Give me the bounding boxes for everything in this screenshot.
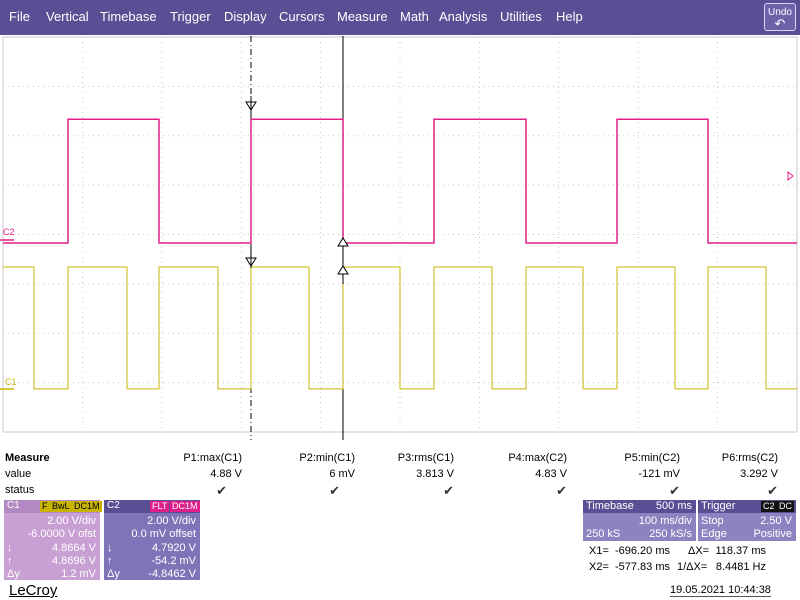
measure-row-status-label: status — [5, 484, 35, 496]
measure-title[interactable]: Measure — [5, 452, 50, 464]
measure-p1-value: 4.88 V — [210, 468, 242, 480]
cursor-inv-dx-value: 8.4481 Hz — [715, 561, 766, 573]
measure-p4-status-icon: ✔ — [556, 483, 567, 498]
channel-c1-vdiv: 2.00 V/div — [47, 515, 96, 527]
channel-c1-tag-f: F — [40, 501, 50, 512]
measure-p2-status-icon: ✔ — [329, 483, 340, 498]
trigger-coupling-tag: DC — [777, 501, 794, 512]
timebase-samples: 250 kS — [586, 528, 621, 540]
measure-table: Measure value status P1:max(C1) 4.88 V ✔… — [0, 450, 800, 500]
measure-p6-name[interactable]: P6:rms(C2) — [722, 452, 778, 464]
channel-c1-cursor1-value: 4.8664 V — [51, 542, 96, 554]
cursor-inv-dx-label: 1/ΔX= — [677, 561, 708, 573]
cursor-x1-value: -696.20 ms — [614, 545, 670, 557]
undo-button[interactable]: Undo ↶ — [764, 3, 796, 31]
menu-analysis[interactable]: Analysis — [439, 9, 487, 24]
measure-p6-value: 3.292 V — [740, 468, 778, 480]
measure-p5-status-icon: ✔ — [669, 483, 680, 498]
channel-c2-cursor2-value: -54.2 mV — [151, 555, 196, 567]
waveform-display[interactable]: C2 C1 — [0, 36, 800, 440]
channel-c1-label: C1 — [7, 500, 20, 511]
measure-row-value-label: value — [5, 468, 32, 480]
measure-p2-value: 6 mV — [329, 468, 355, 480]
delta-y-label: Δy — [7, 568, 20, 580]
cursor-marker-x1-c2[interactable] — [245, 96, 257, 118]
measure-p3-value: 3.813 V — [416, 468, 454, 480]
channel-c2-offset: 0.0 mV offset — [131, 528, 196, 540]
menu-file[interactable]: File — [9, 9, 30, 24]
menu-measure[interactable]: Measure — [337, 9, 388, 24]
measure-p4-value: 4.83 V — [535, 468, 567, 480]
channel-c2-tag-coupling: DC1M — [170, 501, 200, 512]
timebase-box[interactable]: Timebase 500 ms 100 ms/div 250 kS 250 kS… — [583, 500, 696, 541]
channel-c1-header: C1 F BwL DC1M — [4, 500, 102, 513]
trigger-mode: Stop — [701, 515, 724, 527]
cursor-marker-x1-c1[interactable] — [245, 250, 257, 268]
channel-c2-tag-flt: FLT — [150, 501, 170, 512]
menu-display[interactable]: Display — [224, 9, 267, 24]
delta-y-label: Δy — [107, 568, 120, 580]
trace-c1 — [3, 266, 797, 390]
cursor-lines[interactable] — [250, 36, 344, 440]
measure-p1-name[interactable]: P1:max(C1) — [183, 452, 242, 464]
timebase-header: Timebase 500 ms — [583, 500, 696, 513]
cursor-up-icon: ↑ — [7, 555, 13, 567]
channel-c2-header: C2 FLT DC1M — [104, 500, 200, 513]
channel-c1-box[interactable]: C1 F BwL DC1M 2.00 V/div -6.0000 V ofst … — [4, 500, 102, 580]
trigger-box[interactable]: Trigger C2 DC Stop 2.50 V Edge Positive — [698, 500, 796, 541]
timebase-value: 500 ms — [655, 500, 692, 512]
menu-vertical[interactable]: Vertical — [46, 9, 89, 24]
timebase-title: Timebase — [586, 500, 634, 512]
cursor-x1-label: X1= — [589, 545, 609, 557]
measure-p4-name[interactable]: P4:max(C2) — [508, 452, 567, 464]
menu-timebase[interactable]: Timebase — [100, 9, 157, 24]
measure-p6-status-icon: ✔ — [767, 483, 778, 498]
timestamp: 19.05.2021 10:44:38 — [670, 584, 771, 597]
channel-c2-box[interactable]: C2 FLT DC1M 2.00 V/div 0.0 mV offset ↓ 4… — [104, 500, 200, 580]
cursor-x2-value: -577.83 ms — [614, 561, 670, 573]
cursor-dx-label: ΔX= — [688, 545, 710, 557]
brand-logo: LeCroy — [9, 582, 58, 599]
channel-c2-label: C2 — [107, 500, 120, 511]
cursor-marker-x2-c1[interactable] — [337, 265, 349, 284]
channel-c1-offset: -6.0000 V ofst — [27, 528, 97, 540]
trigger-type: Edge — [701, 528, 727, 540]
menu-utilities[interactable]: Utilities — [500, 9, 542, 24]
channel-c2-cursor1-value: 4.7920 V — [151, 542, 196, 554]
channel-c1-cursor2-value: 4.8696 V — [51, 555, 96, 567]
measure-p5-value: -121 mV — [638, 468, 680, 480]
channel-c2-vdiv: 2.00 V/div — [147, 515, 196, 527]
trigger-level-marker[interactable] — [787, 170, 794, 182]
cursor-x2-label: X2= — [589, 561, 609, 573]
channel-c2-delta-value: -4.8462 V — [148, 568, 196, 580]
menu-bar: File Vertical Timebase Trigger Display C… — [0, 0, 800, 35]
cursor-down-icon: ↓ — [7, 542, 13, 554]
menu-cursors[interactable]: Cursors — [279, 9, 325, 24]
menu-math[interactable]: Math — [400, 9, 429, 24]
trigger-header: Trigger C2 DC — [698, 500, 796, 513]
measure-p3-name[interactable]: P3:rms(C1) — [398, 452, 454, 464]
measure-p5-name[interactable]: P5:min(C2) — [624, 452, 680, 464]
measure-p2-name[interactable]: P2:min(C1) — [299, 452, 355, 464]
c2-ground-label: C2 — [3, 227, 15, 237]
cursor-dx-value: 118.37 ms — [715, 545, 766, 557]
channel-c1-delta-value: 1.2 mV — [61, 568, 96, 580]
cursor-down-icon: ↓ — [107, 542, 113, 554]
trigger-level: 2.50 V — [760, 515, 792, 527]
timebase-per-div: 100 ms/div — [638, 515, 692, 527]
c1-ground-label: C1 — [5, 377, 17, 387]
cursor-up-icon: ↑ — [107, 555, 113, 567]
undo-icon: ↶ — [774, 16, 786, 31]
menu-trigger[interactable]: Trigger — [170, 9, 211, 24]
menu-help[interactable]: Help — [556, 9, 583, 24]
measure-p3-status-icon: ✔ — [443, 483, 454, 498]
channel-c1-tag-bwl: BwL — [50, 501, 72, 512]
trigger-slope: Positive — [753, 528, 792, 540]
channel-c1-tag-coupling: DC1M — [72, 501, 102, 512]
trigger-source-tag: C2 — [761, 501, 777, 512]
timebase-rate: 250 kS/s — [649, 528, 692, 540]
cursor-marker-x2-c2[interactable] — [337, 237, 349, 256]
measure-p1-status-icon: ✔ — [216, 483, 227, 498]
trigger-title: Trigger — [701, 500, 736, 512]
